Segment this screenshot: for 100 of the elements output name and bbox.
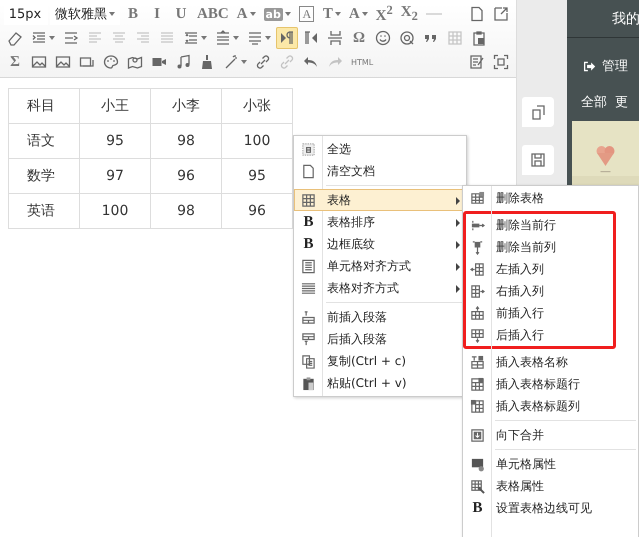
menu-item[interactable]: 插入表格标题列 <box>463 395 638 417</box>
table-row-icon <box>301 310 316 325</box>
menu-item[interactable]: 向下合并 <box>463 424 638 446</box>
table-icon <box>447 30 463 46</box>
format-button[interactable]: X$^{2}$ <box>372 3 396 25</box>
format-button[interactable]: A <box>234 3 259 25</box>
page-break-icon <box>327 30 343 46</box>
row-insert-icon <box>470 306 485 321</box>
table-cell: 96 <box>150 158 222 194</box>
bold-icon: B <box>470 501 485 516</box>
panel-title: 我的 <box>612 10 639 28</box>
merge-down-icon <box>470 428 485 443</box>
table-cell: 98 <box>150 194 222 228</box>
clipboard-icon <box>301 376 316 391</box>
format-button[interactable]: B <box>122 3 144 25</box>
table-cell: 英语 <box>8 194 80 228</box>
edit-icon <box>469 54 485 70</box>
list-icon <box>247 30 263 46</box>
bold-icon: B <box>301 215 316 230</box>
spacing-icon <box>215 30 231 46</box>
broom-icon <box>199 54 215 70</box>
table-cell: 98 <box>150 124 222 158</box>
image-icon <box>55 54 71 70</box>
eraser-icon <box>7 30 23 46</box>
panel-tab[interactable]: 更 <box>615 93 628 111</box>
menu-item[interactable]: 单元格对齐方式 <box>294 255 466 277</box>
format-button[interactable]: I <box>146 3 168 25</box>
caret-icon <box>334 12 341 16</box>
caret-icon <box>250 12 256 16</box>
bold-icon: B <box>301 237 316 252</box>
menu-item[interactable]: 复制(Ctrl + c) <box>294 350 466 372</box>
menu-item[interactable]: 右插入列 <box>466 280 613 302</box>
menu-item[interactable]: 插入表格标题行 <box>463 373 638 395</box>
link-icon <box>279 54 295 70</box>
table-header-icon <box>470 377 485 392</box>
table-caption-icon <box>470 355 485 370</box>
table-settings-icon <box>470 479 485 494</box>
menu-item[interactable]: 插入表格名称 <box>463 351 638 373</box>
table-header-icon <box>470 399 485 414</box>
image-icon <box>31 54 47 70</box>
caret-icon <box>284 12 291 16</box>
row-delete-icon <box>470 218 485 233</box>
submenu-arrow-icon <box>456 285 460 293</box>
menu-item[interactable]: B 表格排序 <box>294 211 466 233</box>
menu-item[interactable]: 前插入段落 <box>294 306 466 328</box>
music-note-icon <box>175 54 191 70</box>
copy-icon <box>530 104 546 120</box>
menu-item[interactable]: 表格属性 <box>463 475 638 497</box>
menu-item[interactable]: B 边框底纹 <box>294 233 466 255</box>
column-header: 小李 <box>150 88 222 124</box>
table-cell: 100 <box>222 124 292 158</box>
clipboard-icon <box>471 30 487 46</box>
menu-item[interactable]: 左插入列 <box>466 258 613 280</box>
menu-item[interactable]: 全选 <box>294 138 466 160</box>
submenu-arrow-icon <box>456 241 460 249</box>
caret-icon <box>233 36 239 40</box>
menu-item[interactable]: 前插入行 <box>466 302 613 324</box>
caret-icon <box>49 36 55 40</box>
format-button[interactable]: U <box>170 3 192 25</box>
smiley-icon <box>375 30 391 46</box>
format-button[interactable]: ABC <box>194 3 232 25</box>
paragraph-arrow-icon <box>279 30 295 46</box>
menu-item[interactable]: 后插入段落 <box>294 328 466 350</box>
panel-tab[interactable]: 全部 <box>581 93 607 111</box>
format-button[interactable]: HTML <box>348 51 376 73</box>
page-icon <box>301 164 316 179</box>
menu-item[interactable]: 表格对齐方式 <box>294 277 466 299</box>
caret-icon <box>109 12 115 16</box>
format-button[interactable]: Ω <box>348 27 370 49</box>
column-header: 小王 <box>80 88 150 124</box>
menu-item[interactable]: 后插入行 <box>466 324 613 346</box>
table-delete-icon <box>470 191 485 206</box>
text-indent-icon <box>63 30 79 46</box>
caret-icon <box>265 36 271 40</box>
menu-item[interactable]: 删除当前行 <box>466 214 613 236</box>
format-button[interactable]: Σ <box>4 51 26 73</box>
toolbar-button[interactable] <box>276 27 298 49</box>
format-button[interactable]: T <box>320 3 344 25</box>
line-icon <box>426 13 442 15</box>
format-button[interactable]: A <box>346 3 371 25</box>
palette-icon <box>103 54 119 70</box>
menu-item[interactable]: 粘贴(Ctrl + v) <box>294 372 466 394</box>
menu-item[interactable]: 删除表格 <box>463 187 638 209</box>
cell-settings-icon <box>470 457 485 472</box>
align-icon <box>301 281 316 296</box>
copy-icon <box>301 354 316 369</box>
line-height-icon <box>183 30 199 46</box>
copy-button[interactable] <box>522 97 554 127</box>
save-button[interactable] <box>522 145 554 175</box>
format-button[interactable]: X$_{2}$ <box>398 3 421 25</box>
menu-item[interactable]: 清空文档 <box>294 160 466 182</box>
manage-link[interactable]: 管理 <box>567 38 639 75</box>
menu-item[interactable]: 删除当前列 <box>466 236 613 258</box>
row-insert-icon <box>470 328 485 343</box>
menu-item[interactable]: B 设置表格边线可见 <box>463 497 638 519</box>
link-icon <box>255 54 271 70</box>
caret-icon <box>201 36 207 40</box>
menu-item[interactable]: 单元格属性 <box>463 453 638 475</box>
table-row-icon <box>301 332 316 347</box>
login-icon <box>583 60 596 72</box>
